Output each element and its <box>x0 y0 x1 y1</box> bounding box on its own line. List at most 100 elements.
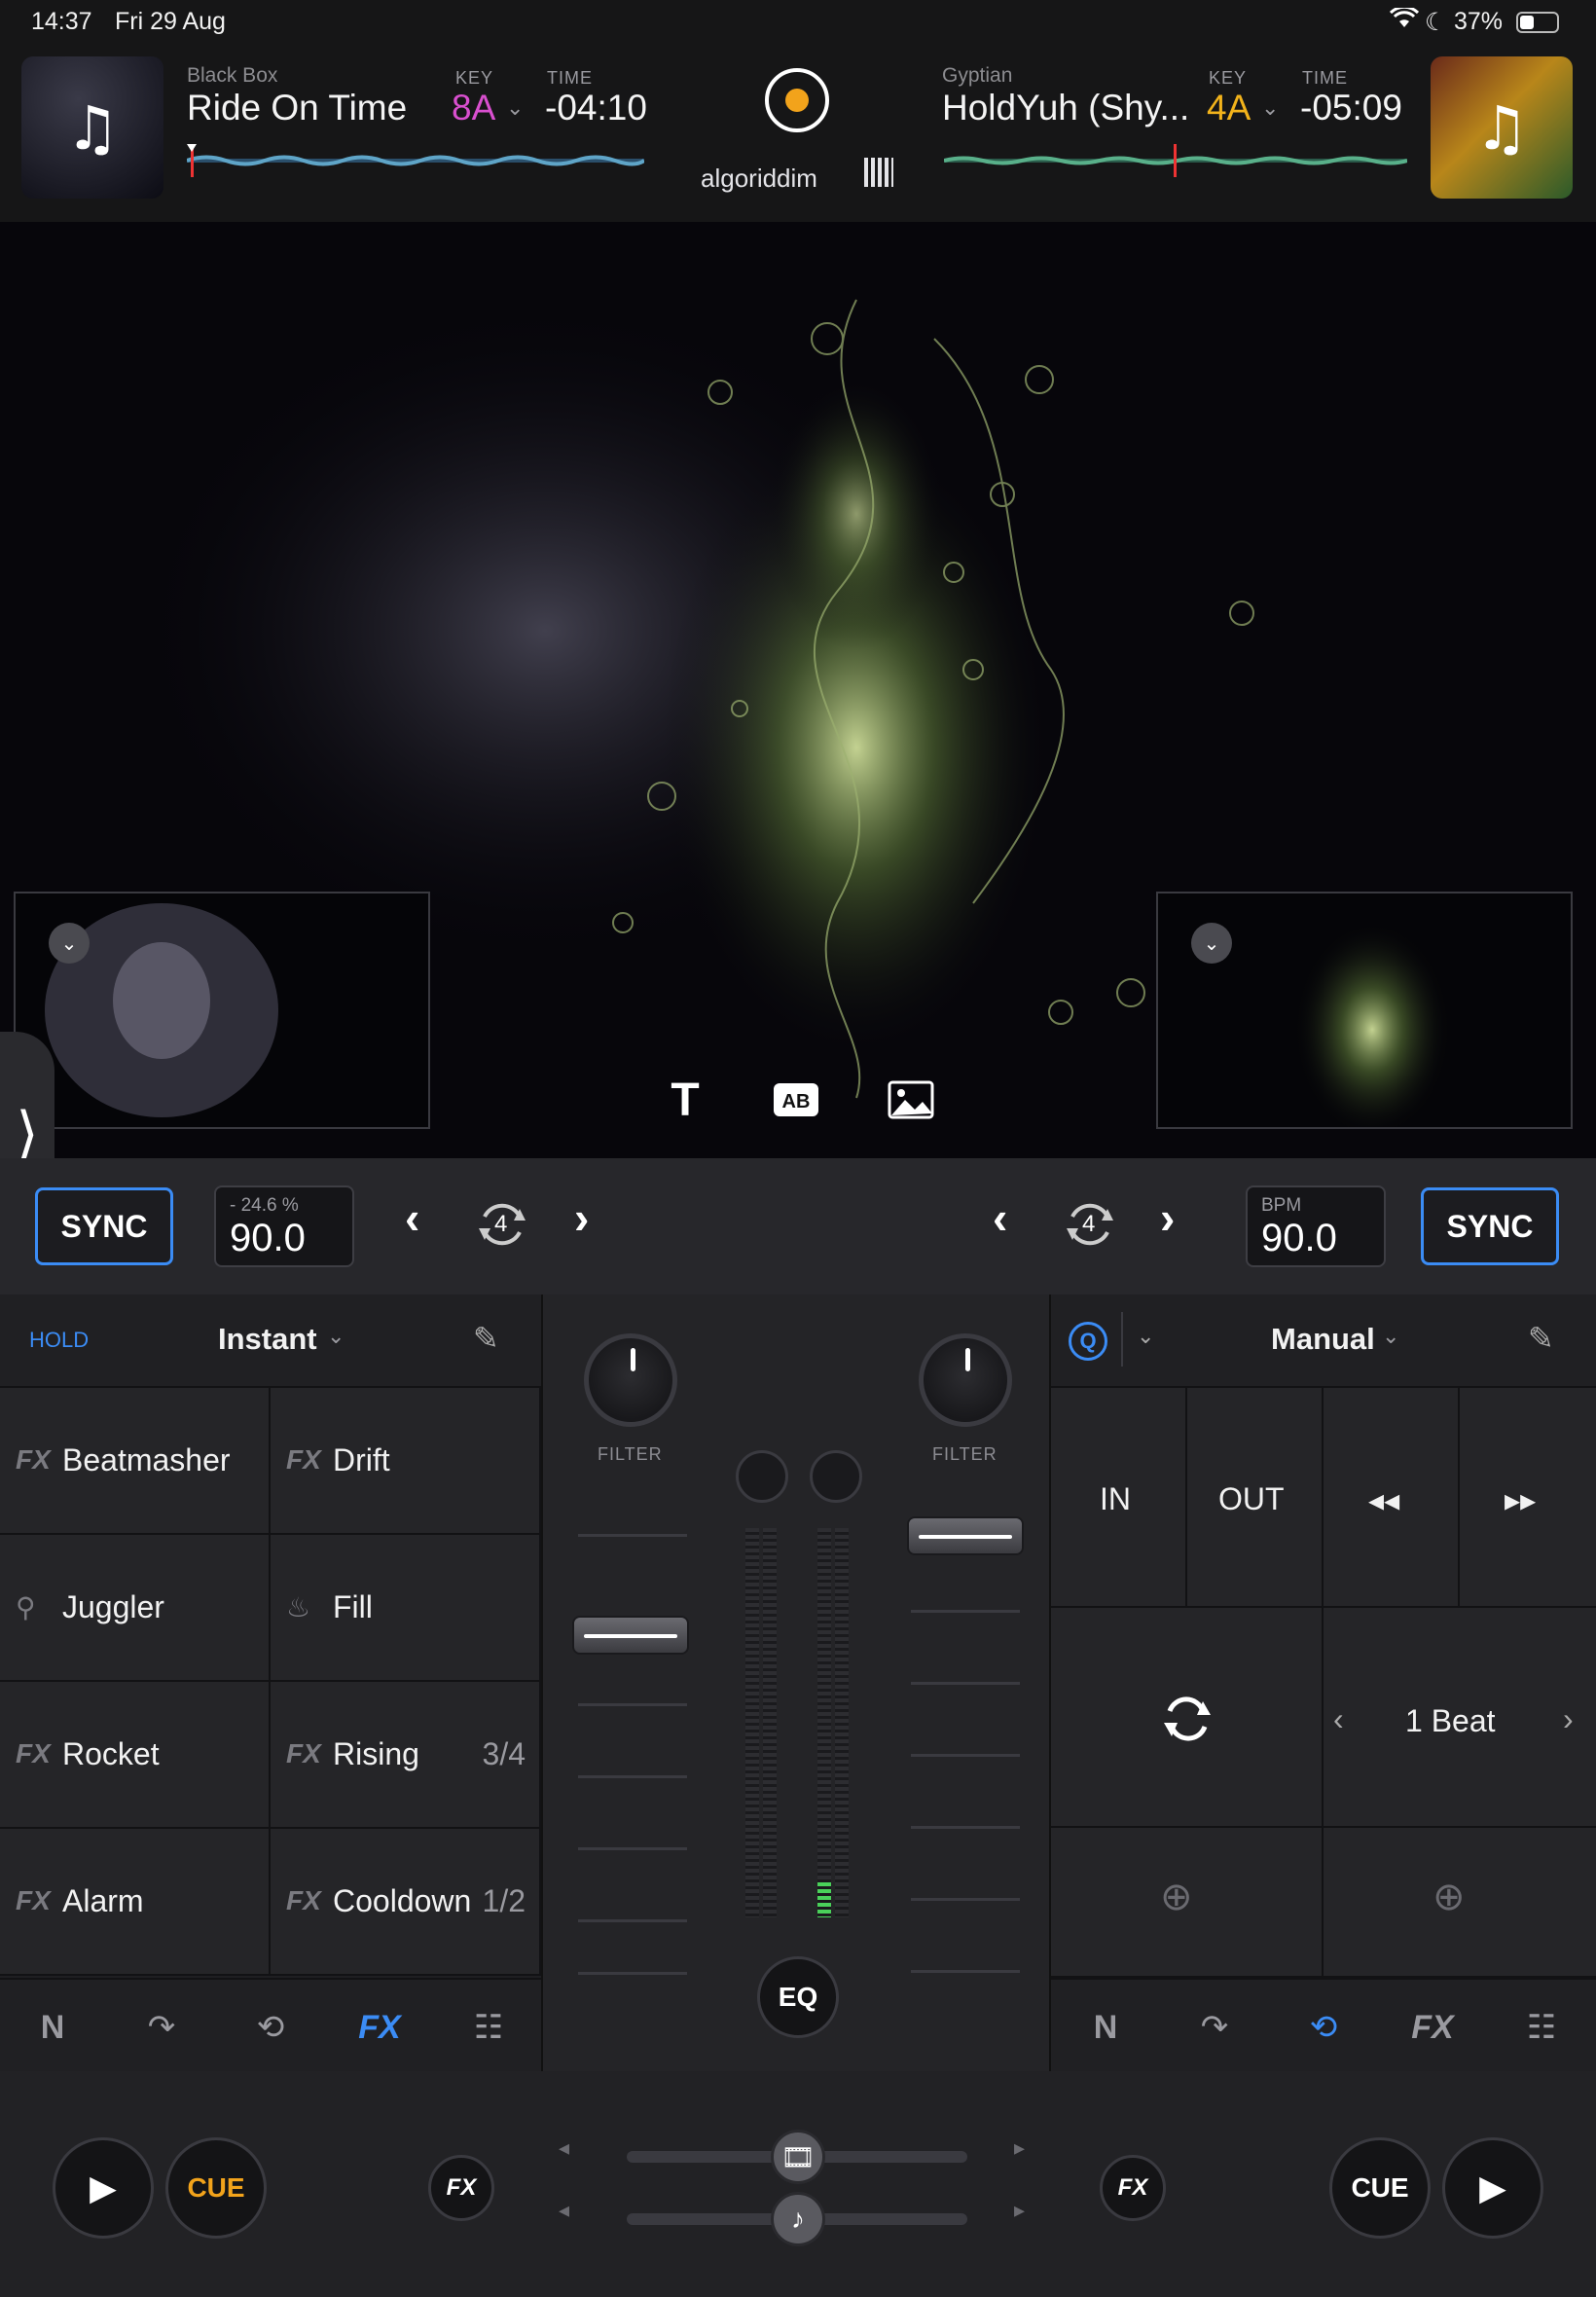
fx-panel: HOLD Instant ⌄ ✎ FX Beatmasher FX Drift ⚲ Jug… <box>0 1294 541 2071</box>
loop-in-label: IN <box>1100 1481 1131 1516</box>
loop-out-button[interactable]: OUT <box>1187 1388 1324 1608</box>
chevron-right-icon[interactable]: › <box>1563 1701 1574 1737</box>
chevron-down-icon[interactable]: ⌄ <box>1191 923 1232 964</box>
chevron-down-icon[interactable]: ⌄ <box>49 923 90 964</box>
ab-transition-icon[interactable]: AB <box>767 1071 825 1129</box>
saved-loop-slot[interactable]: ⊕ <box>1324 1828 1596 1978</box>
crossfader-right-arrow-icon[interactable]: ▸ <box>1014 2198 1025 2223</box>
fader-track <box>911 1610 1020 1613</box>
deck-transport-bar: SYNC - 24.6 % 90.0 ‹ 4 › ‹ 4 › BPM 90.0 … <box>0 1158 1596 1294</box>
deck-right-cue-button[interactable]: CUE <box>1329 2137 1431 2239</box>
loop-tab-icon[interactable]: ⟲ <box>1294 2003 1353 2052</box>
loop-length-selector[interactable]: ‹ 1 Beat › <box>1324 1608 1596 1828</box>
loop-double-right-icon[interactable]: › <box>1160 1191 1175 1244</box>
video-preview[interactable]: ⌄ ⌄ T AB <box>0 222 1596 1158</box>
deck-right-gain-knob[interactable] <box>810 1450 862 1503</box>
loop-panel-header: Q ⌄ Manual ⌄ ✎ <box>1051 1294 1596 1388</box>
deck-left-waveform[interactable] <box>187 144 644 177</box>
crossfader-left-arrow-icon[interactable]: ◂ <box>559 2135 569 2161</box>
chevron-left-icon[interactable]: ‹ <box>1333 1701 1344 1737</box>
deck-left-title[interactable]: Ride On Time <box>187 88 407 128</box>
fx-tab-icon[interactable]: FX <box>1403 2003 1462 2052</box>
chevron-down-icon[interactable]: ⌄ <box>1382 1324 1399 1349</box>
redo-jump-tab-icon[interactable]: ↷ <box>132 2003 191 2052</box>
fx-pad[interactable]: FX Cooldown 1/2 <box>271 1829 541 1976</box>
loop-mode-selector[interactable]: Manual <box>1271 1322 1375 1357</box>
deck-right-title[interactable]: HoldYuh (Shy... <box>942 88 1189 128</box>
fx-mode-selector[interactable]: Instant <box>218 1322 317 1357</box>
loop-halve-left-icon[interactable]: ‹ <box>405 1191 419 1244</box>
deck-right-key[interactable]: 4A <box>1207 88 1251 128</box>
fx-prefix-icon: FX <box>286 1738 321 1768</box>
deck-right-fx-toggle[interactable]: FX <box>1100 2155 1166 2221</box>
deck-left-auto-loop-button[interactable]: 4 <box>471 1193 533 1256</box>
deck-left-cue-button[interactable]: CUE <box>165 2137 267 2239</box>
fx-pad[interactable]: FX Rocket <box>0 1682 271 1829</box>
fx-pad[interactable]: FX Beatmasher <box>0 1388 271 1535</box>
edit-pencil-icon[interactable]: ✎ <box>473 1320 499 1357</box>
deck-left-video-thumbnail[interactable]: ⌄ <box>14 892 430 1129</box>
mixer-sliders-tab-icon[interactable]: ☷ <box>1512 2003 1571 2052</box>
fill-icon: ♨ <box>286 1592 311 1622</box>
deck-right-tempo-display[interactable]: BPM 90.0 <box>1246 1185 1386 1267</box>
deck-right-artwork[interactable]: ♫ <box>1431 56 1573 199</box>
deck-right-artist: Gyptian <box>942 64 1013 87</box>
mixer-sliders-tab-icon[interactable]: ☷ <box>459 2003 518 2052</box>
deck-left-filter-knob[interactable] <box>584 1333 677 1427</box>
fx-pad[interactable]: ⚲ Juggler <box>0 1535 271 1682</box>
crossfader-left-arrow-icon[interactable]: ◂ <box>559 2198 569 2223</box>
deck-left-volume-fader[interactable] <box>572 1616 689 1655</box>
video-crossfader-knob[interactable]: 🎞 <box>771 2130 825 2184</box>
loop-toggle-button[interactable] <box>1051 1608 1324 1828</box>
deck-left-sync-button[interactable]: SYNC <box>35 1187 173 1265</box>
fx-tab-icon[interactable]: FX <box>350 2003 409 2052</box>
deck-right-filter-knob[interactable] <box>919 1333 1012 1427</box>
play-icon: ▶ <box>1479 2168 1506 2207</box>
deck-left-key[interactable]: 8A <box>452 88 495 128</box>
fx-pad[interactable]: ♨ Fill <box>271 1535 541 1682</box>
loop-in-button[interactable]: IN <box>1051 1388 1187 1608</box>
fader-track <box>911 1826 1020 1829</box>
fx-pad-label: Alarm <box>62 1883 144 1918</box>
chevron-down-icon[interactable]: ⌄ <box>1137 1324 1154 1349</box>
loop-halve-right-icon[interactable]: ‹ <box>993 1191 1007 1244</box>
deck-right-auto-loop-button[interactable]: 4 <box>1059 1193 1121 1256</box>
fx-pad[interactable]: FX Drift <box>271 1388 541 1535</box>
deck-right-waveform[interactable] <box>944 144 1407 177</box>
text-overlay-icon[interactable]: T <box>656 1071 714 1129</box>
eq-button[interactable]: EQ <box>757 1956 839 2038</box>
algoriddim-logo: algoriddim <box>701 164 817 193</box>
add-loop-icon: ⊕ <box>1433 1876 1466 1918</box>
deck-left-artwork[interactable]: ♫ <box>21 56 163 199</box>
loop-move-forward-button[interactable]: ▸▸ <box>1460 1388 1596 1608</box>
loop-double-left-icon[interactable]: › <box>574 1191 589 1244</box>
deck-right-video-thumbnail[interactable]: ⌄ <box>1156 892 1573 1129</box>
loop-move-back-button[interactable]: ◂◂ <box>1324 1388 1460 1608</box>
audio-crossfader-knob[interactable]: ♪ <box>771 2192 825 2246</box>
chevron-down-icon[interactable]: ⌄ <box>506 95 524 121</box>
fx-pad[interactable]: FX Rising 3/4 <box>271 1682 541 1829</box>
neural-mix-tab-icon[interactable]: N <box>23 2003 82 2052</box>
deck-left-tempo-display[interactable]: - 24.6 % 90.0 <box>214 1185 354 1267</box>
deck-left-gain-knob[interactable] <box>736 1450 788 1503</box>
redo-jump-tab-icon[interactable]: ↷ <box>1185 2003 1244 2052</box>
hold-button[interactable]: HOLD <box>29 1328 89 1353</box>
deck-right-volume-fader[interactable] <box>907 1516 1024 1555</box>
loop-tab-icon[interactable]: ⟲ <box>241 2003 300 2052</box>
image-overlay-icon[interactable] <box>882 1071 940 1129</box>
deck-right-sync-button[interactable]: SYNC <box>1421 1187 1559 1265</box>
saved-loop-slot[interactable]: ⊕ <box>1051 1828 1324 1978</box>
music-note-icon: ♪ <box>791 2204 805 2234</box>
deck-left-play-button[interactable]: ▶ <box>53 2137 154 2239</box>
record-button[interactable] <box>765 68 829 132</box>
edit-pencil-icon[interactable]: ✎ <box>1528 1320 1554 1357</box>
chevron-down-icon[interactable]: ⌄ <box>1261 95 1279 121</box>
crossfader-right-arrow-icon[interactable]: ▸ <box>1014 2135 1025 2161</box>
deck-left-fx-toggle[interactable]: FX <box>428 2155 494 2221</box>
deck-left-level-meter <box>763 1528 777 1917</box>
neural-mix-tab-icon[interactable]: N <box>1076 2003 1135 2052</box>
chevron-down-icon[interactable]: ⌄ <box>327 1324 345 1349</box>
quantize-icon[interactable]: Q <box>1069 1322 1107 1361</box>
fx-pad[interactable]: FX Alarm <box>0 1829 271 1976</box>
deck-right-play-button[interactable]: ▶ <box>1442 2137 1543 2239</box>
